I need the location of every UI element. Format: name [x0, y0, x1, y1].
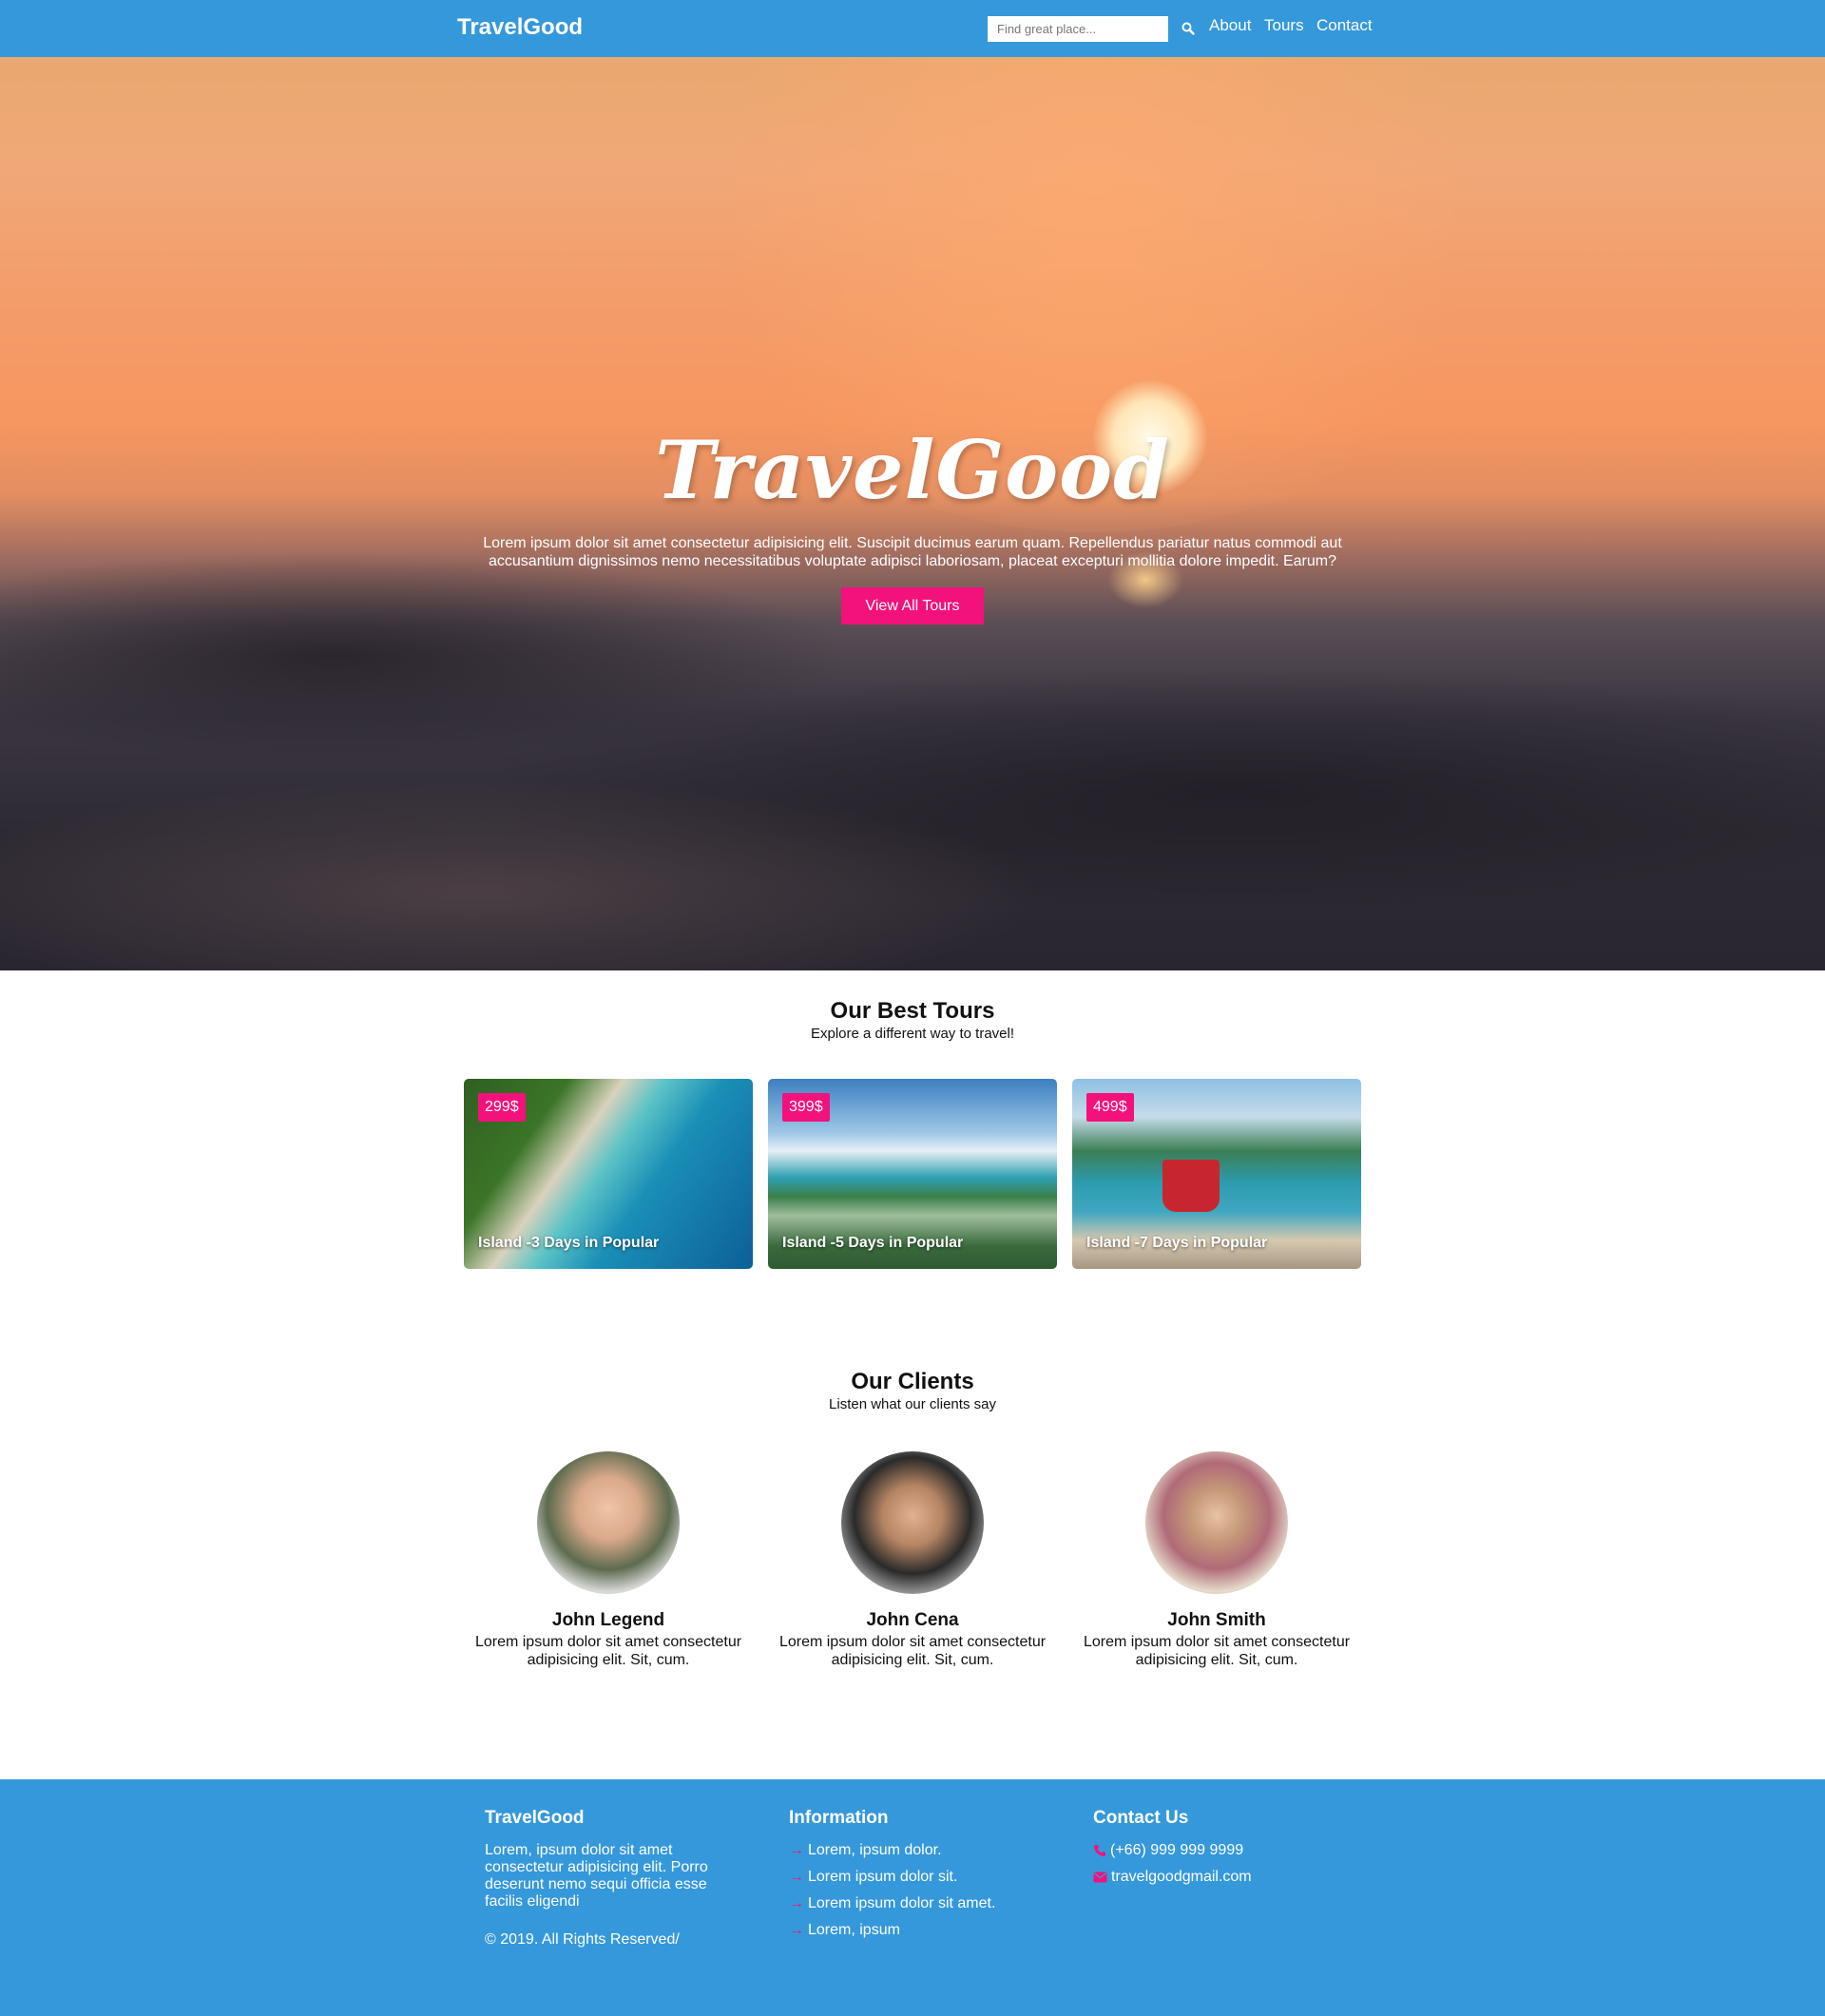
- hero-description: Lorem ipsum dolor sit amet consectetur a…: [483, 535, 1342, 569]
- nav-link-about[interactable]: About: [1209, 16, 1251, 35]
- footer-info-link-label: Lorem ipsum dolor sit amet.: [808, 1895, 996, 1911]
- footer-info-link[interactable]: → Lorem, ipsum dolor.: [789, 1842, 942, 1859]
- phone-icon: [1094, 1845, 1105, 1856]
- tour-card[interactable]: 399$ Island -5 Days in Popular: [768, 1079, 1057, 1269]
- nav-link-tours[interactable]: Tours: [1264, 16, 1304, 35]
- footer-contact-heading: Contact Us: [1093, 1808, 1189, 1828]
- footer-info-link[interactable]: → Lorem ipsum dolor sit amet.: [789, 1895, 995, 1912]
- tour-label: Island -5 Days in Popular: [782, 1235, 964, 1251]
- footer: TravelGood Lorem, ipsum dolor sit amet c…: [0, 1779, 1825, 2016]
- clients-subtitle: Listen what our clients say: [829, 1396, 996, 1412]
- price-badge: 299$: [478, 1093, 526, 1122]
- footer-info-link-label: Lorem, ipsum dolor.: [808, 1842, 942, 1858]
- client-testimonial: Lorem ipsum dolor sit amet consectetur a…: [1083, 1634, 1351, 1668]
- envelope-icon: [1093, 1872, 1107, 1883]
- footer-email[interactable]: travelgoodgmail.com: [1093, 1869, 1252, 1886]
- clients-title: Our Clients: [851, 1369, 974, 1394]
- nav-link-contact[interactable]: Contact: [1316, 16, 1373, 35]
- tour-card[interactable]: 499$ Island -7 Days in Popular: [1072, 1079, 1361, 1269]
- hero-section: TravelGood Lorem ipsum dolor sit amet co…: [0, 57, 1825, 970]
- footer-about-text: Lorem, ipsum dolor sit amet consectetur …: [485, 1842, 708, 1910]
- footer-info-link-label: Lorem, ipsum: [808, 1922, 900, 1938]
- tour-label: Island -3 Days in Popular: [478, 1235, 660, 1251]
- footer-info-heading: Information: [789, 1808, 889, 1828]
- tours-subtitle: Explore a different way to travel!: [811, 1026, 1014, 1042]
- tours-title: Our Best Tours: [830, 998, 995, 1024]
- footer-info-link[interactable]: → Lorem, ipsum: [789, 1922, 900, 1939]
- search-button[interactable]: [1177, 17, 1200, 40]
- brand-logo[interactable]: TravelGood: [457, 14, 583, 41]
- client-name: John Cena: [866, 1610, 959, 1630]
- footer-copyright: © 2019. All Rights Reserved/: [485, 1931, 680, 1948]
- boat-shape: [1162, 1160, 1220, 1212]
- footer-email-address: travelgoodgmail.com: [1111, 1869, 1252, 1885]
- price-badge: 399$: [782, 1093, 830, 1122]
- avatar: [537, 1451, 680, 1594]
- avatar: [1145, 1451, 1288, 1594]
- client-name: John Legend: [551, 1610, 665, 1630]
- client-testimonial: Lorem ipsum dolor sit amet consectetur a…: [474, 1634, 742, 1668]
- footer-about-heading: TravelGood: [485, 1808, 585, 1828]
- arrow-right-icon: →: [789, 1842, 804, 1858]
- tour-label: Island -7 Days in Popular: [1086, 1235, 1268, 1251]
- tour-card[interactable]: 299$ Island -3 Days in Popular: [464, 1079, 753, 1269]
- hero-title: TravelGood: [655, 423, 1170, 517]
- navbar: TravelGood About Tours Contact: [0, 0, 1825, 57]
- client-testimonial: Lorem ipsum dolor sit amet consectetur a…: [778, 1634, 1047, 1668]
- footer-info-link-label: Lorem ipsum dolor sit.: [808, 1869, 958, 1885]
- footer-phone-number: (+66) 999 999 9999: [1110, 1842, 1244, 1858]
- arrow-right-icon: →: [789, 1895, 804, 1911]
- client-name: John Smith: [1167, 1610, 1266, 1630]
- search-icon: [1181, 22, 1195, 35]
- view-all-tours-button[interactable]: View All Tours: [841, 587, 984, 624]
- footer-info-link[interactable]: → Lorem ipsum dolor sit.: [789, 1869, 957, 1886]
- arrow-right-icon: →: [789, 1869, 804, 1885]
- avatar: [841, 1451, 984, 1594]
- arrow-right-icon: →: [789, 1922, 804, 1938]
- footer-phone[interactable]: (+66) 999 999 9999: [1093, 1842, 1243, 1859]
- price-badge: 499$: [1086, 1093, 1134, 1122]
- search-input[interactable]: [988, 16, 1168, 42]
